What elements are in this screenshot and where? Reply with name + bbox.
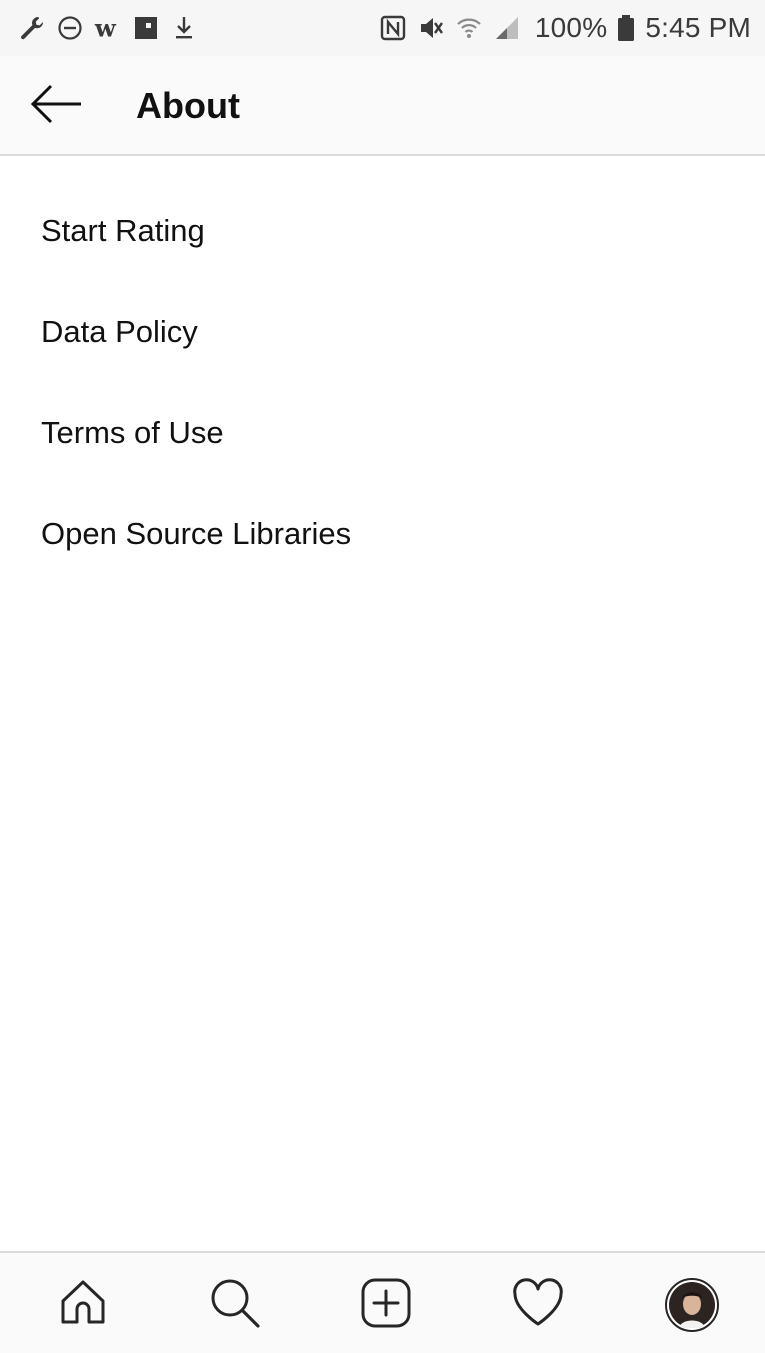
- w-app-icon: w: [94, 14, 122, 42]
- status-left-icons: w: [18, 14, 198, 42]
- menu-item-start-rating[interactable]: Start Rating: [0, 180, 765, 281]
- signal-icon: [493, 14, 521, 42]
- search-icon: [208, 1276, 262, 1335]
- wrench-icon: [18, 14, 46, 42]
- menu-item-terms-of-use[interactable]: Terms of Use: [0, 382, 765, 483]
- about-screen: w 100% 5:45 PM About Start Rating Data P…: [0, 0, 765, 1353]
- menu-item-data-policy[interactable]: Data Policy: [0, 281, 765, 382]
- nav-search-button[interactable]: [205, 1275, 265, 1335]
- home-icon: [57, 1277, 109, 1334]
- status-right-icons: 100% 5:45 PM: [379, 12, 751, 44]
- svg-text:w: w: [94, 14, 117, 42]
- about-menu-list: Start Rating Data Policy Terms of Use Op…: [0, 180, 765, 584]
- download-icon: [170, 14, 198, 42]
- profile-avatar: [665, 1278, 719, 1332]
- back-button[interactable]: [28, 84, 84, 128]
- nav-profile-button[interactable]: [662, 1275, 722, 1335]
- status-bar: w 100% 5:45 PM: [0, 0, 765, 56]
- nav-add-post-button[interactable]: [356, 1275, 416, 1335]
- add-post-icon: [360, 1277, 412, 1334]
- battery-icon: [617, 14, 635, 42]
- heart-icon: [511, 1277, 565, 1333]
- do-not-disturb-icon: [56, 14, 84, 42]
- nav-activity-button[interactable]: [508, 1275, 568, 1335]
- bottom-navigation: [0, 1251, 765, 1353]
- arrow-left-icon: [29, 84, 83, 129]
- app-header: About: [0, 56, 765, 156]
- menu-item-open-source-libraries[interactable]: Open Source Libraries: [0, 483, 765, 584]
- mute-icon: [417, 14, 445, 42]
- battery-percentage: 100%: [534, 12, 608, 43]
- nfc-icon: [379, 14, 407, 42]
- flipboard-icon: [132, 14, 160, 42]
- nav-home-button[interactable]: [53, 1275, 113, 1335]
- page-title: About: [136, 85, 240, 126]
- wifi-icon: [455, 14, 483, 42]
- status-time: 5:45 PM: [645, 12, 751, 43]
